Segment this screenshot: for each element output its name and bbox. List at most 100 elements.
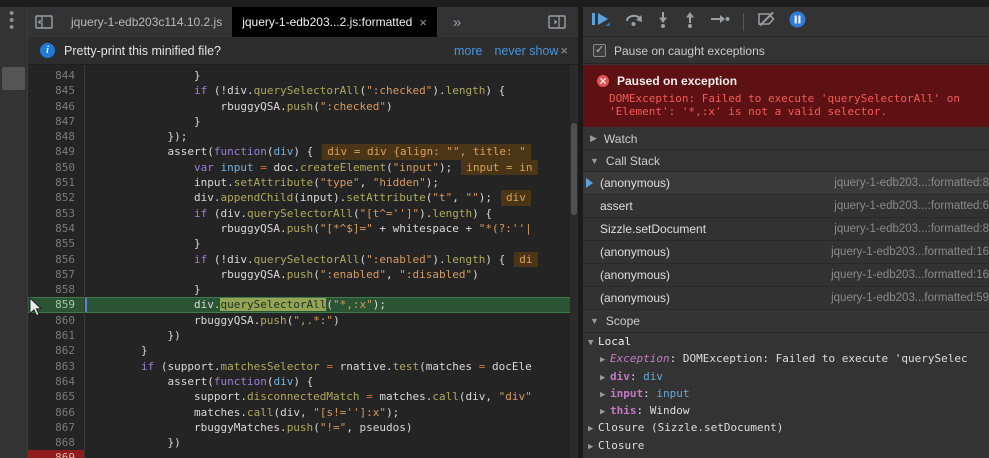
line-number[interactable]: 845	[28, 83, 84, 98]
scope-row[interactable]: ▶input: input	[583, 385, 989, 402]
paused-on-exception-banner: × Paused on exception DOMException: Fail…	[583, 65, 989, 127]
banner-close-icon[interactable]: ×	[560, 43, 568, 58]
code-line: 859 div.querySelectorAll("*,:x");	[28, 297, 578, 312]
scope-row[interactable]: ▶Closure	[583, 437, 989, 454]
step-out-icon[interactable]	[683, 11, 697, 33]
scope-row[interactable]: ▶Closure (Sizzle.setDocument)	[583, 419, 989, 436]
call-stack-frame[interactable]: (anonymous)jquery-1-edb203...:formatted:…	[583, 172, 989, 195]
step-icon[interactable]	[710, 12, 730, 31]
collapsed-triangle-icon: ▶	[600, 404, 610, 419]
code-line: 861 })	[28, 328, 578, 343]
pause-on-caught-checkbox[interactable]	[593, 44, 606, 57]
call-stack-frame[interactable]: assertjquery-1-edb203...:formatted:6	[583, 195, 989, 218]
line-number[interactable]: 848	[28, 129, 84, 144]
line-number[interactable]: 850	[28, 160, 84, 175]
code-text: var input = doc.createElement("input");i…	[84, 160, 578, 175]
line-number[interactable]: 855	[28, 236, 84, 251]
tab-close-icon[interactable]: ×	[419, 15, 427, 30]
code-text: }	[84, 343, 578, 358]
call-stack-frame[interactable]: (anonymous) jquery-1-edb203...formatted:1…	[583, 241, 989, 264]
step-into-icon[interactable]	[656, 11, 670, 33]
pane-divider[interactable]	[578, 0, 583, 458]
scope-row[interactable]: ▶Exception: DOMException: Failed to exec…	[583, 350, 989, 367]
editor-scrollbar-thumb[interactable]	[571, 123, 577, 215]
line-number[interactable]: 854	[28, 221, 84, 236]
line-number[interactable]: 867	[28, 420, 84, 435]
editor-tab-bar: jquery-1-edb203c114.10.2.js jquery-1-edb…	[28, 7, 578, 37]
code-line: 868 })	[28, 435, 578, 450]
frame-function: (anonymous)	[600, 268, 670, 282]
show-navigator-icon[interactable]	[35, 15, 53, 29]
line-number[interactable]: 864	[28, 374, 84, 389]
line-number[interactable]: 865	[28, 389, 84, 404]
line-number[interactable]: 866	[28, 405, 84, 420]
code-text: matches.call(div, "[s!='']:x");	[84, 405, 578, 420]
deactivate-breakpoints-icon[interactable]	[757, 11, 776, 32]
code-text: }	[84, 68, 578, 83]
code-text: });	[84, 129, 578, 144]
code-text: div.querySelectorAll("*,:x");	[84, 297, 578, 312]
code-text: if (!div.querySelectorAll(":enabled").le…	[84, 252, 578, 267]
scope-row[interactable]: ▶div: div	[583, 368, 989, 385]
tab-jquery-formatted[interactable]: jquery-1-edb203...2.js:formatted ×	[232, 7, 437, 37]
show-debugger-icon[interactable]	[548, 15, 566, 29]
kebab-menu-icon[interactable]: •••	[9, 10, 14, 31]
frame-function: (anonymous)	[600, 245, 670, 259]
more-link[interactable]: more	[454, 44, 482, 58]
variable-name: input	[610, 387, 643, 400]
frame-location: jquery-1-edb203...formatted:16	[831, 246, 989, 258]
line-number[interactable]: 858	[28, 282, 84, 297]
code-line: 864 assert(function(div) {	[28, 374, 578, 389]
resume-icon[interactable]	[591, 11, 611, 32]
code-text: rbuggyQSA.push(":checked")	[84, 99, 578, 114]
code-line: 844 }	[28, 68, 578, 83]
code-line: 847 }	[28, 114, 578, 129]
scope-row[interactable]: ▶this: Window	[583, 402, 989, 419]
frame-location: jquery-1-edb203...:formatted:8	[834, 223, 989, 235]
line-number[interactable]: 852	[28, 190, 84, 205]
debugger-sidebar: Pause on caught exceptions × Paused on e…	[583, 0, 989, 458]
call-stack-section-header[interactable]: ▼ Call Stack	[583, 151, 989, 172]
scope-row[interactable]: ▼Local	[583, 333, 989, 350]
line-number[interactable]: 868	[28, 435, 84, 450]
call-stack-frame[interactable]: (anonymous)jquery-1-edb203...formatted:1…	[583, 264, 989, 287]
step-over-icon[interactable]	[624, 11, 643, 32]
variable-name: Exception	[610, 352, 670, 365]
line-number[interactable]: 862	[28, 343, 84, 358]
line-number[interactable]: 863	[28, 359, 84, 374]
code-text: })	[84, 435, 578, 450]
line-number[interactable]: 846	[28, 99, 84, 114]
tab-jquery-source[interactable]: jquery-1-edb203c114.10.2.js	[61, 7, 232, 37]
line-number[interactable]: 844	[28, 68, 84, 83]
scope-section-header[interactable]: ▼ Scope	[583, 310, 989, 333]
frame-location: jquery-1-edb203...:formatted:8	[834, 177, 989, 189]
closure-scope-label: Closure	[598, 439, 644, 452]
call-stack-frame[interactable]: (anonymous)jquery-1-edb203...formatted:5…	[583, 287, 989, 310]
code-text: }	[84, 282, 578, 297]
gutter-divider	[84, 65, 85, 458]
code-text: }	[84, 114, 578, 129]
watch-section-header[interactable]: ▶ Watch	[583, 128, 989, 150]
line-number[interactable]: 856	[28, 252, 84, 267]
variable-name: this	[610, 404, 637, 417]
error-circle-icon: ×	[597, 75, 609, 87]
never-show-link[interactable]: never show	[494, 44, 558, 58]
line-number[interactable]: 851	[28, 175, 84, 190]
line-number[interactable]: 847	[28, 114, 84, 129]
line-number[interactable]: 857	[28, 267, 84, 282]
left-scrollbar-thumb[interactable]	[2, 67, 25, 90]
line-number[interactable]: 849	[28, 144, 84, 159]
variable-value: div	[643, 370, 663, 383]
line-number[interactable]: 853	[28, 206, 84, 221]
tab-overflow-icon[interactable]: »	[453, 14, 461, 31]
editor-scrollbar[interactable]	[570, 65, 578, 458]
tab-label: jquery-1-edb203c114.10.2.js	[71, 15, 222, 29]
call-stack-frame[interactable]: Sizzle.setDocumentjquery-1-edb203...:for…	[583, 218, 989, 241]
line-number[interactable]: 869	[28, 450, 84, 458]
line-number[interactable]: 861	[28, 328, 84, 343]
frame-location: jquery-1-edb203...formatted:59	[831, 292, 989, 304]
code-line: 860 rbuggyQSA.push(",.*:")	[28, 313, 578, 328]
mouse-cursor	[29, 297, 43, 317]
pause-on-exceptions-icon[interactable]	[789, 11, 806, 33]
pretty-print-text: Pretty-print this minified file?	[64, 44, 221, 58]
